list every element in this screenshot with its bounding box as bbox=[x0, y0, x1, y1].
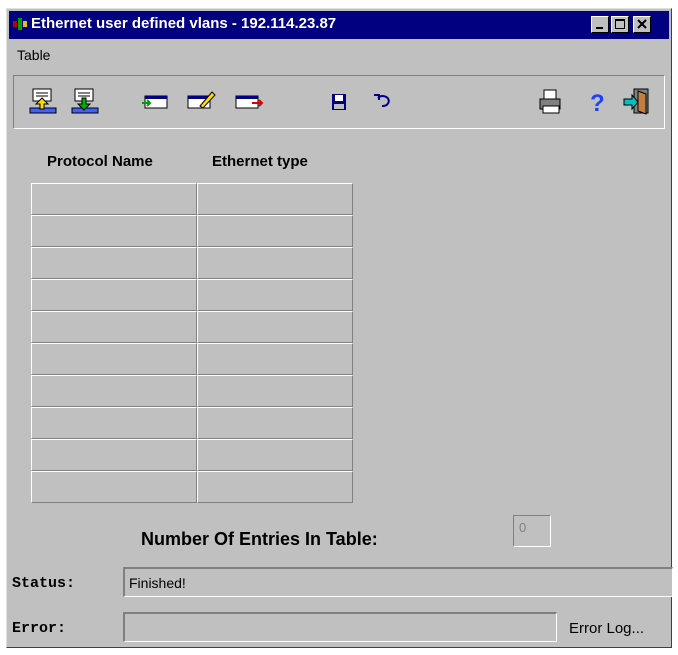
maximize-icon bbox=[615, 19, 625, 29]
print-button[interactable] bbox=[536, 86, 566, 116]
app-window: Ethernet user defined vlans - 192.114.23… bbox=[6, 8, 673, 648]
protocol-name-cell[interactable] bbox=[31, 279, 197, 311]
table-row[interactable] bbox=[31, 407, 353, 439]
ethernet-type-cell[interactable] bbox=[197, 183, 353, 215]
minimize-icon bbox=[596, 27, 603, 29]
ethernet-type-cell[interactable] bbox=[197, 215, 353, 247]
svg-text:?: ? bbox=[590, 90, 605, 116]
menu-table[interactable]: Table bbox=[17, 47, 50, 63]
minimize-button[interactable] bbox=[591, 16, 609, 33]
table-row[interactable] bbox=[31, 311, 353, 343]
close-icon bbox=[637, 19, 647, 29]
print-icon bbox=[539, 89, 561, 114]
close-button[interactable] bbox=[633, 16, 651, 33]
table-row[interactable] bbox=[31, 247, 353, 279]
save-button[interactable] bbox=[324, 86, 354, 116]
status-label: Status: bbox=[12, 575, 76, 592]
table-row[interactable] bbox=[31, 279, 353, 311]
ethernet-type-cell[interactable] bbox=[197, 471, 353, 503]
title-bar[interactable]: Ethernet user defined vlans - 192.114.23… bbox=[9, 11, 669, 39]
error-log-button[interactable]: Error Log... bbox=[569, 620, 644, 637]
edit-row-button[interactable] bbox=[186, 86, 216, 116]
protocol-name-cell[interactable] bbox=[31, 471, 197, 503]
table-row[interactable] bbox=[31, 439, 353, 471]
ethernet-type-cell[interactable] bbox=[197, 439, 353, 471]
menu-bar: Table bbox=[9, 41, 669, 69]
protocol-name-cell[interactable] bbox=[31, 311, 197, 343]
toolbar: ? bbox=[13, 75, 665, 129]
ethernet-type-cell[interactable] bbox=[197, 343, 353, 375]
protocol-name-cell[interactable] bbox=[31, 439, 197, 471]
protocol-name-cell[interactable] bbox=[31, 343, 197, 375]
error-field bbox=[123, 612, 557, 642]
undo-button[interactable] bbox=[368, 86, 398, 116]
delete-row-button[interactable] bbox=[234, 86, 264, 116]
protocol-name-cell[interactable] bbox=[31, 375, 197, 407]
column-header-ethernet-type: Ethernet type bbox=[212, 153, 308, 170]
column-header-protocol-name: Protocol Name bbox=[47, 153, 153, 170]
table-row[interactable] bbox=[31, 343, 353, 375]
ethernet-type-cell[interactable] bbox=[197, 375, 353, 407]
table-row[interactable] bbox=[31, 375, 353, 407]
undo-icon bbox=[374, 94, 390, 108]
protocol-name-cell[interactable] bbox=[31, 215, 197, 247]
ethernet-type-cell[interactable] bbox=[197, 247, 353, 279]
status-field: Finished! bbox=[123, 567, 673, 597]
ethernet-type-cell[interactable] bbox=[197, 279, 353, 311]
table-row[interactable] bbox=[31, 471, 353, 503]
edit-row-icon bbox=[187, 91, 216, 109]
entries-count-field: 0 bbox=[513, 515, 551, 547]
download-icon bbox=[71, 88, 99, 114]
table-row[interactable] bbox=[31, 183, 353, 215]
protocol-name-cell[interactable] bbox=[31, 183, 197, 215]
help-button[interactable]: ? bbox=[582, 86, 612, 116]
entries-count-label: Number Of Entries In Table: bbox=[141, 529, 378, 549]
maximize-button[interactable] bbox=[611, 16, 629, 33]
upload-button[interactable] bbox=[28, 86, 58, 116]
delete-row-icon bbox=[235, 95, 264, 109]
insert-row-button[interactable] bbox=[140, 86, 170, 116]
save-icon bbox=[332, 94, 346, 110]
error-label: Error: bbox=[12, 620, 67, 637]
exit-button[interactable] bbox=[622, 86, 652, 116]
window-title: Ethernet user defined vlans - 192.114.23… bbox=[31, 15, 337, 32]
ethernet-type-cell[interactable] bbox=[197, 407, 353, 439]
protocol-name-cell[interactable] bbox=[31, 407, 197, 439]
exit-icon bbox=[623, 88, 649, 115]
download-button[interactable] bbox=[70, 86, 100, 116]
upload-icon bbox=[29, 88, 57, 114]
table-row[interactable] bbox=[31, 215, 353, 247]
app-icon bbox=[13, 18, 27, 30]
protocol-name-cell[interactable] bbox=[31, 247, 197, 279]
ethernet-type-cell[interactable] bbox=[197, 311, 353, 343]
help-icon: ? bbox=[590, 90, 605, 116]
insert-row-icon bbox=[142, 95, 168, 109]
